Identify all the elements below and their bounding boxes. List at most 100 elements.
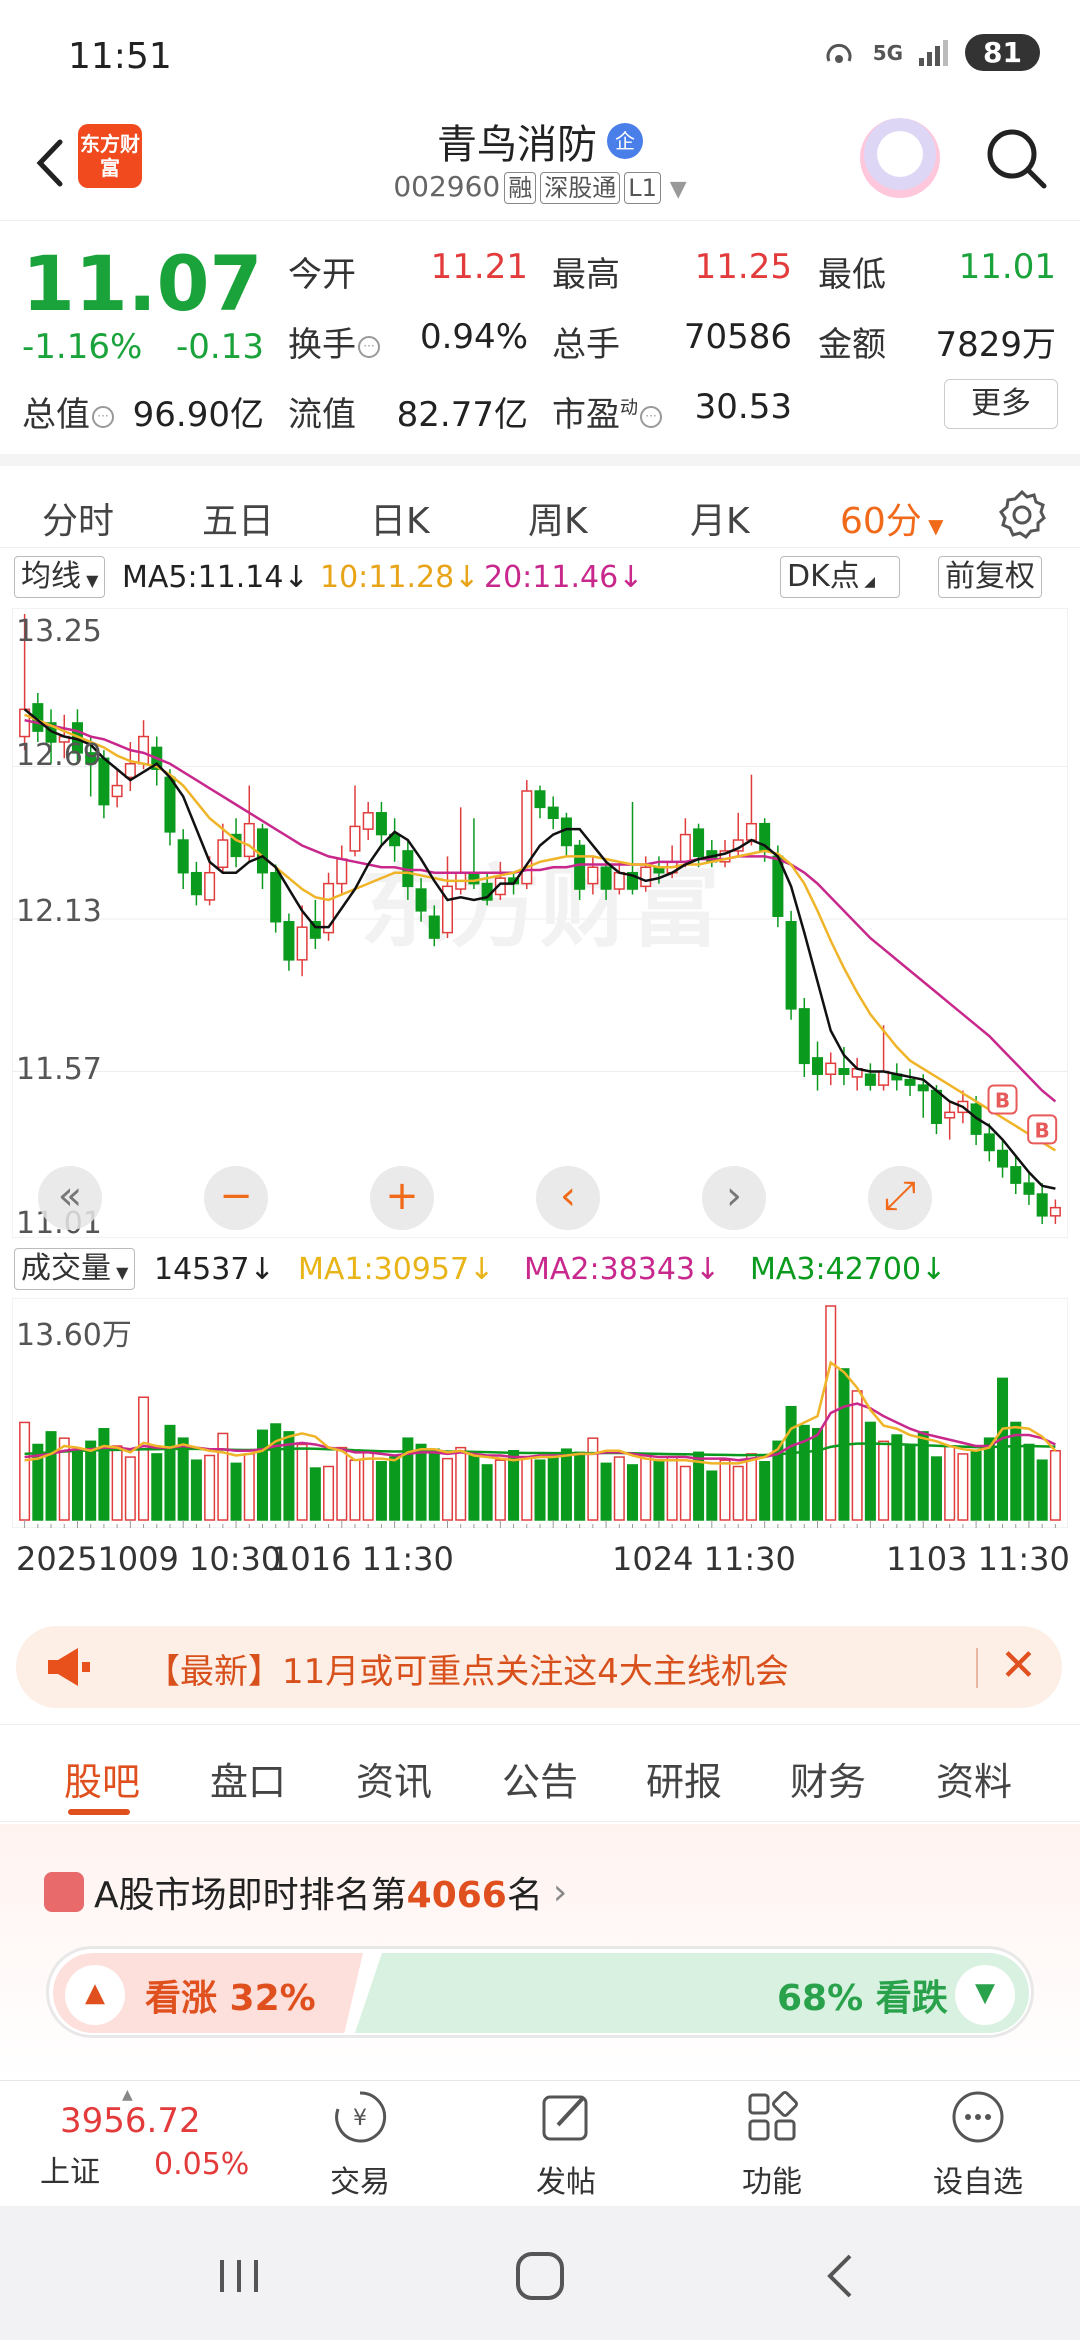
high-value: 11.25	[694, 247, 792, 287]
add-watchlist-label: 设自选	[933, 2165, 1023, 2200]
volume-bar	[204, 1454, 216, 1521]
volume-bar	[85, 1440, 97, 1521]
candle	[1023, 1182, 1035, 1195]
tab-monthly-k[interactable]: 月K	[690, 492, 750, 544]
volume-bar	[190, 1459, 202, 1521]
zoom-in-button[interactable]: +	[370, 1166, 434, 1230]
rank-number: 4066	[406, 1875, 507, 1916]
candle	[243, 822, 255, 858]
rank-suffix: 名	[506, 1875, 543, 1916]
volume-now-text: 14537	[154, 1252, 250, 1287]
candle	[838, 1068, 850, 1075]
recents-icon[interactable]	[204, 2246, 274, 2306]
tab-announcements[interactable]: 公告	[502, 1751, 578, 1806]
info-dots-icon: ···	[92, 405, 114, 428]
y-tick-label: 12.69	[16, 738, 102, 773]
change-amount: -0.13	[176, 327, 264, 367]
news-banner[interactable]: 【最新】11月或可重点关注这4大主线机会 ✕	[16, 1626, 1062, 1708]
divider	[976, 1648, 978, 1688]
volume-bar	[666, 1456, 678, 1521]
bull-text: 看涨 32%	[145, 1978, 316, 2019]
open-value: 11.21	[430, 247, 528, 287]
scroll-start-button[interactable]: «	[38, 1166, 102, 1230]
candlestick-chart[interactable]: 东方财富BB	[12, 608, 1068, 1238]
tab-forum[interactable]: 股吧	[64, 1751, 140, 1806]
x-tick-label: 20251009 10:30	[16, 1540, 282, 1578]
add-watchlist-button[interactable]: 设自选	[918, 2087, 1038, 2201]
ma10-value: 10:11.28↓	[320, 560, 480, 595]
scroll-left-button[interactable]: ‹	[536, 1166, 600, 1230]
market-rank-line[interactable]: A股市场即时排名第4066名 ›	[44, 1866, 567, 1918]
vote-up-icon[interactable]: ▲	[65, 1965, 125, 2025]
volume-bar	[468, 1454, 480, 1521]
ma20-value: 20:11.46↓	[484, 560, 644, 595]
dk-point-select[interactable]: DK点 ◢	[780, 556, 900, 598]
vote-down-icon[interactable]: ▼	[955, 1965, 1015, 2025]
more-button[interactable]: 更多	[944, 379, 1058, 429]
zoom-out-button[interactable]: −	[204, 1166, 268, 1230]
tab-order-book[interactable]: 盘口	[210, 1751, 286, 1806]
search-icon[interactable]	[982, 124, 1052, 194]
tab-news[interactable]: 资讯	[356, 1751, 432, 1806]
volume-bar	[71, 1450, 83, 1521]
turnover-label[interactable]: 换手 ···	[288, 317, 380, 366]
volume-bar	[217, 1432, 229, 1521]
y-tick-label: 11.57	[16, 1052, 102, 1087]
rank-prefix: A股市场即时排名第	[94, 1875, 407, 1916]
volume-bar	[256, 1429, 268, 1521]
status-bar: 11:51 5G 81	[0, 0, 1080, 110]
ma-select-label: 均线	[21, 559, 81, 594]
volume-bar	[98, 1427, 110, 1521]
volume-bar	[904, 1443, 916, 1521]
content-tabs: 股吧 盘口 资讯 公告 研报 财务 资料	[0, 1724, 1080, 1822]
info-dots-icon: ···	[358, 335, 380, 358]
tab-five-day[interactable]: 五日	[202, 492, 274, 544]
functions-button[interactable]: 功能	[712, 2087, 832, 2201]
candle	[415, 888, 427, 912]
candle	[679, 833, 691, 863]
open-label: 今开	[288, 255, 356, 295]
back-icon[interactable]	[806, 2246, 876, 2306]
candle	[177, 839, 189, 874]
volume-bar	[1049, 1450, 1061, 1521]
ma5-text: MA5:11.14	[122, 560, 284, 595]
tab-research[interactable]: 研报	[646, 1751, 722, 1806]
last-price: 11.07	[22, 239, 263, 328]
home-icon[interactable]	[504, 2246, 574, 2306]
volume-chart[interactable]	[12, 1298, 1068, 1528]
assistant-robot-icon[interactable]	[860, 118, 940, 198]
post-button[interactable]: 发帖	[506, 2087, 626, 2201]
vma2-text: MA2:38343	[524, 1252, 696, 1287]
more-dots-icon	[952, 2091, 1004, 2143]
volume-now: 14537↓	[154, 1252, 275, 1287]
adjust-select[interactable]: 前复权	[938, 556, 1042, 598]
volume-value: 70586	[683, 317, 792, 357]
fullscreen-button[interactable]: ⤢	[868, 1166, 932, 1230]
svg-text:¥: ¥	[353, 2106, 367, 2131]
tag-margin: 融	[504, 172, 537, 204]
gear-icon[interactable]	[996, 488, 1048, 540]
close-icon[interactable]: ✕	[1000, 1640, 1037, 1691]
candle	[983, 1133, 995, 1152]
mktcap-label[interactable]: 总值 ···	[22, 387, 114, 436]
candle	[600, 866, 612, 890]
tab-profile[interactable]: 资料	[936, 1751, 1012, 1806]
amount-value: 7829万	[935, 325, 1056, 365]
volume-select[interactable]: 成交量 ▼	[14, 1248, 136, 1290]
trade-button[interactable]: ¥ 交易	[300, 2087, 420, 2201]
hotspot-icon	[826, 43, 852, 63]
scroll-right-button[interactable]: ›	[702, 1166, 766, 1230]
tab-daily-k[interactable]: 日K	[370, 492, 430, 544]
y-tick-label: 12.13	[16, 894, 102, 929]
volume-bar	[785, 1405, 797, 1521]
pe-label[interactable]: 市盈动 ···	[552, 387, 662, 436]
ma-select[interactable]: 均线 ▼	[14, 556, 106, 598]
volume-bar	[547, 1456, 559, 1521]
tab-intraday[interactable]: 分时	[42, 492, 114, 544]
sentiment-bar: ▲ 看涨 32% 68% 看跌 ▼	[46, 1946, 1034, 2038]
tab-weekly-k[interactable]: 周K	[528, 492, 588, 544]
volume-bar	[997, 1377, 1009, 1521]
tab-financials[interactable]: 财务	[790, 1751, 866, 1806]
tab-60min[interactable]: 60分 ▼	[840, 492, 944, 544]
candle	[904, 1078, 916, 1086]
